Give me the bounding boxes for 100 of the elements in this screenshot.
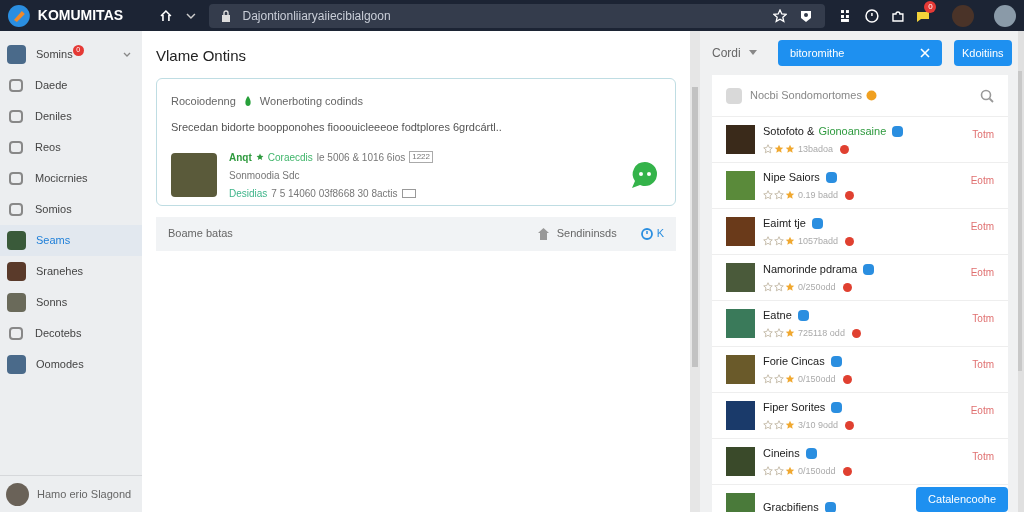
star-icon [785, 282, 795, 293]
star-icon [763, 236, 773, 247]
photo-placeholder [7, 45, 26, 64]
sort-dropdown[interactable]: Cordi [712, 44, 762, 62]
result-meta: 725118 odd [798, 326, 845, 340]
scrollbar[interactable] [690, 31, 700, 512]
star-icon [774, 190, 784, 201]
star-icon [763, 374, 773, 385]
photo-placeholder [726, 401, 755, 430]
tag-icon [401, 188, 416, 198]
result-name[interactable]: Eaimt tje [763, 215, 806, 232]
star-icon [785, 328, 795, 339]
leaf-icon [243, 95, 252, 106]
star-icon [785, 466, 795, 477]
result-name[interactable]: Gracbifiens [763, 499, 819, 512]
star-icon [774, 374, 784, 385]
result-meta: 0.19 badd [798, 188, 839, 202]
source-label: Rocoiodenng [171, 93, 236, 109]
star-icon [774, 282, 784, 293]
star-icon[interactable] [772, 8, 787, 23]
result-name[interactable]: Eatne [763, 307, 792, 324]
result-name[interactable]: Namorinde pdrama [763, 261, 858, 278]
sidebar-item[interactable]: Sranehes [0, 256, 142, 287]
brand-name: KOMUMITAS [37, 6, 125, 25]
address-bar[interactable]: Dajontionliiaryaiiecibialgoon [208, 3, 825, 28]
photo-placeholder [726, 355, 755, 384]
item-name[interactable]: Anqt [229, 149, 252, 165]
sidebar-item[interactable]: Sonns [0, 287, 142, 318]
star-icon [785, 236, 795, 247]
photo-placeholder [7, 293, 26, 312]
photo-placeholder [726, 171, 755, 200]
item-detail: 7 5 14060 03f8668 30 8actis [271, 186, 398, 201]
sidebar-item[interactable]: Reos [0, 132, 142, 163]
page-title: Vlame Ontins [156, 46, 248, 66]
star-icon [785, 420, 795, 431]
result-name[interactable]: Nipe Saiors [763, 169, 820, 186]
result-meta: 0/150odd [798, 372, 836, 386]
star-icon [785, 190, 795, 201]
star-icon [785, 144, 795, 155]
star-icon [774, 420, 784, 431]
photo-placeholder [7, 262, 26, 281]
avatar[interactable] [994, 4, 1016, 27]
result-highlight: Gionoansaine [818, 124, 887, 139]
post-description: Srecedan bidorte boopponohes fiooouicleeeoe fodtplores 6grdcártl.. [171, 120, 503, 135]
sidebar-item[interactable]: Daede [0, 70, 142, 101]
result-name[interactable]: Sotofoto & [763, 123, 815, 140]
result-name[interactable]: Fiper Sorites [763, 399, 826, 416]
item-tag: 1222 [409, 151, 433, 163]
item-subtitle: Sonmoodia Sdc [229, 168, 301, 183]
result-name[interactable]: Cineins [763, 445, 800, 462]
item-category: Coraecdis [267, 150, 313, 165]
logo-icon [8, 4, 30, 27]
bar-action[interactable]: Sendininsds [556, 225, 617, 242]
star-icon [763, 328, 773, 339]
star-icon [774, 328, 784, 339]
star-icon [763, 282, 773, 293]
result-meta: 3/10 9odd [798, 418, 839, 432]
star-icon [763, 190, 773, 201]
sidebar-item[interactable]: Oomodes [0, 349, 142, 380]
home-icon[interactable] [158, 8, 173, 23]
lock-icon [220, 9, 231, 22]
photo-placeholder [171, 153, 217, 197]
star-icon [774, 236, 784, 247]
shield-icon[interactable] [798, 8, 813, 23]
star-icon [785, 374, 795, 385]
search-icon[interactable] [980, 88, 994, 103]
result-time: Eotm [970, 174, 994, 188]
photo-placeholder [7, 231, 26, 250]
item-meta: le 5006 & 1016 6ios [316, 150, 406, 165]
sidebar-item[interactable]: Deniles [0, 101, 142, 132]
filter-label: Nocbi Sondomortomes [750, 88, 862, 104]
star-icon [774, 144, 784, 155]
result-time: Eotm [970, 220, 994, 234]
caret-icon [748, 50, 757, 56]
photo-placeholder [726, 309, 755, 338]
star-icon [255, 153, 264, 161]
result-name[interactable]: Forie Cincas [763, 353, 825, 370]
user-name[interactable]: Hamo erio Slagond [37, 485, 132, 503]
photo-placeholder [726, 263, 755, 292]
star-icon [774, 466, 784, 477]
result-time: Eotm [970, 404, 994, 418]
result-time: Totm [972, 358, 994, 372]
close-icon[interactable] [920, 48, 930, 58]
avatar[interactable] [6, 482, 29, 506]
result-time: Totm [972, 450, 994, 464]
result-time: Eotm [970, 266, 994, 280]
star-icon [763, 466, 773, 477]
scrollbar[interactable] [1018, 31, 1024, 512]
url-text: Dajontionliiaryaiiecibialgoon [242, 7, 392, 25]
sidebar-item[interactable]: Decotebs [0, 318, 142, 349]
sidebar-item[interactable]: Somios [0, 194, 142, 225]
star-icon [763, 144, 773, 155]
home-icon [537, 227, 549, 240]
result-meta: 13badoa [798, 142, 834, 156]
notification-badge: 0 [924, 0, 937, 13]
tag-label: Wonerboting codinds [259, 93, 363, 109]
photo-placeholder [726, 125, 755, 154]
result-meta: 0/150odd [798, 464, 836, 478]
photo-placeholder [726, 217, 755, 246]
sidebar-item[interactable]: Mocicrnies [0, 163, 142, 194]
